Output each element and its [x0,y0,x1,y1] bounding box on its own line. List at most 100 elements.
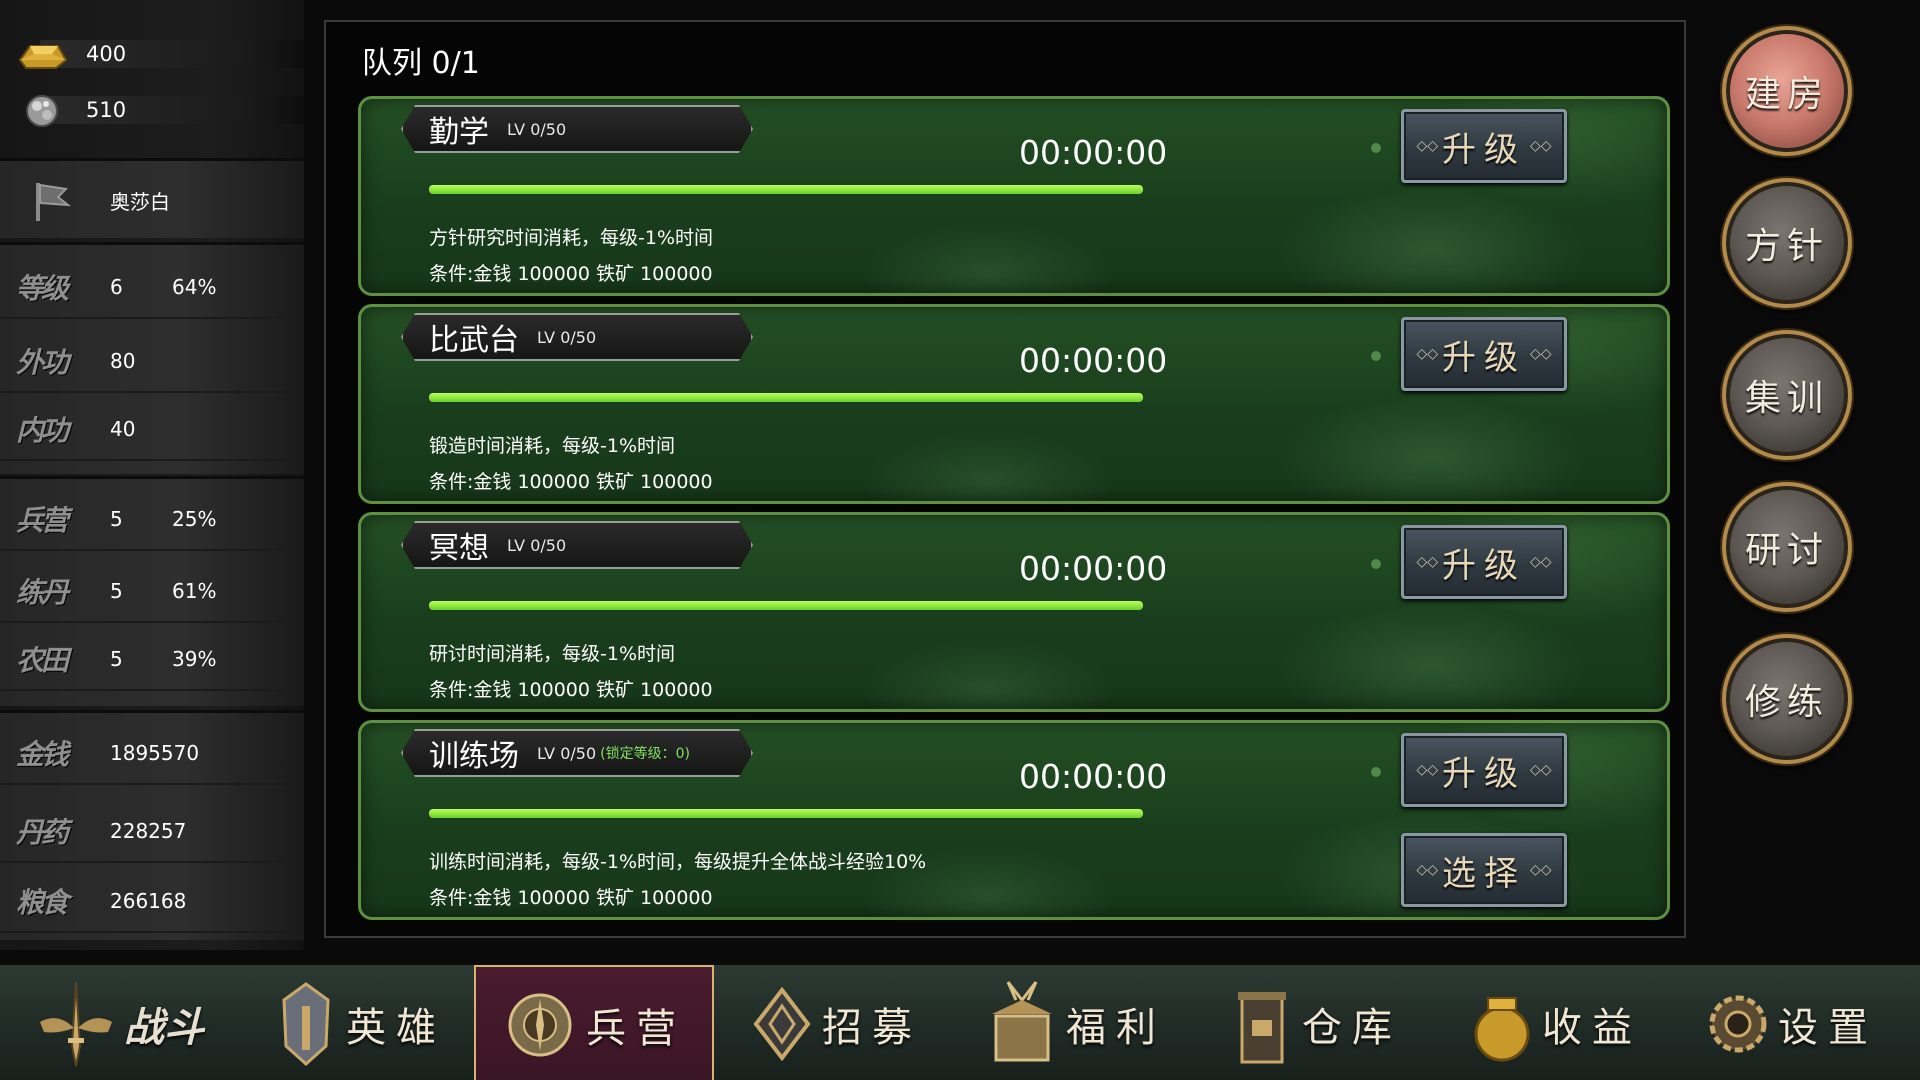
building-name: 勤学 [429,115,489,150]
stat-row-inner-power: 内功 40 [0,399,304,461]
stat-row-level: 等级 6 64% [0,257,304,319]
nav-recruit[interactable]: 招募 [716,965,956,1080]
gift-box-icon [992,981,1052,1062]
building-level: LV 0/50 [507,119,567,139]
condition: 条件:金钱 100000 铁矿 100000 [429,679,713,701]
policy-button[interactable]: 方针 [1722,178,1852,308]
condition: 条件:金钱 100000 铁矿 100000 [429,263,713,285]
building-card-meditation: 冥想 LV 0/50 00:00:00 研讨时间消耗，每级-1%时间 条件:金钱… [358,512,1670,712]
stat-label: 粮食 [16,886,69,919]
nav-income[interactable]: 收益 [1436,965,1676,1080]
round-label: 方针 [1744,226,1829,267]
stat-row-medicine: 丹药 228257 [0,801,304,863]
nav-warehouse[interactable]: 仓库 [1196,965,1436,1080]
nav-label: 招募 [822,1005,922,1051]
round-label: 集训 [1744,378,1829,419]
stat-value: 266168 [110,889,187,913]
progress-bar [429,601,1143,610]
description: 方针研究时间消耗，每级-1%时间 [429,227,713,249]
round-label: 建房 [1744,74,1829,115]
timer: 00:00:00 [1019,133,1168,172]
status-dot [1371,351,1381,361]
flag-icon [36,183,72,221]
stat-value: 80 [110,349,136,373]
timer: 00:00:00 [1019,757,1168,796]
condition: 条件:金钱 100000 铁矿 100000 [429,887,713,909]
upgrade-label: 升级 [1442,753,1526,794]
player-section: 奥莎白 [0,158,304,238]
ore-amount: 510 [86,98,127,122]
bottom-nav: 战斗 英雄 兵营 招募 福利 仓库 收益 设置 [0,962,1920,1080]
stat-label: 练丹 [16,576,69,609]
description: 锻造时间消耗，每级-1%时间 [429,435,675,457]
building-card-study: 勤学 LV 0/50 00:00:00 方针研究时间消耗，每级-1%时间 条件:… [358,96,1670,296]
building-card-arena: 比武台 LV 0/50 00:00:00 锻造时间消耗，每级-1%时间 条件:金… [358,304,1670,504]
barracks-emblem-icon [508,993,572,1057]
condition: 条件:金钱 100000 铁矿 100000 [429,471,713,493]
stat-percent: 25% [172,507,217,531]
building-name: 冥想 [429,531,489,566]
stat-row-alchemy: 练丹 5 61% [0,561,304,623]
nav-settings[interactable]: 设置 [1672,965,1912,1080]
nav-label: 设置 [1778,1005,1878,1051]
nav-barracks[interactable]: 兵营 [474,965,714,1080]
upgrade-label: 升级 [1442,545,1526,586]
group-training-button[interactable]: 集训 [1722,330,1852,460]
stat-percent: 39% [172,647,217,671]
queue-counter: 队列 0/1 [362,46,480,81]
stats-group-3: 金钱 1895570 丹药 228257 粮食 266168 [0,710,304,940]
upgrade-button[interactable]: ◇◇ 升级 ◇◇ [1401,317,1567,391]
nav-label: 仓库 [1302,1005,1402,1051]
upgrade-button[interactable]: ◇◇ 升级 ◇◇ [1401,733,1567,807]
main-panel: 队列 0/1 勤学 LV 0/50 00:00:00 方针研究时间消耗，每级-1… [324,20,1686,938]
name-plate: 冥想 LV 0/50 [401,521,753,569]
nav-label: 福利 [1066,1005,1166,1051]
upgrade-label: 升级 [1442,337,1526,378]
resource-ore-row: 510 [0,88,304,132]
left-sidebar: 400 510 奥莎白 等级 6 64% 外功 80 内功 40 兵营 5 25… [0,0,304,950]
stat-label: 金钱 [16,738,69,771]
stat-value: 5 [110,647,123,671]
select-button[interactable]: ◇◇ 选择 ◇◇ [1401,833,1567,907]
stats-group-2: 兵营 5 25% 练丹 5 61% 农田 5 39% [0,476,304,706]
player-name: 奥莎白 [110,189,170,214]
nav-label: 战斗 [124,1004,204,1051]
status-dot [1371,143,1381,153]
research-button[interactable]: 研讨 [1722,482,1852,612]
timer: 00:00:00 [1019,341,1168,380]
nav-heroes[interactable]: 英雄 [240,965,480,1080]
description: 研讨时间消耗，每级-1%时间 [429,643,675,665]
player-row[interactable]: 奥莎白 [0,169,304,231]
building-level: LV 0/50 [537,743,597,763]
lock-level: (锁定等级：0) [600,746,690,762]
stat-row-grain: 粮食 266168 [0,871,304,933]
gold-ingot-icon [18,45,68,69]
treasure-pot-icon [1474,997,1530,1062]
stat-value: 6 [110,275,123,299]
nav-label: 收益 [1542,1005,1642,1051]
stat-value: 228257 [110,819,187,843]
stat-row-barracks: 兵营 5 25% [0,489,304,551]
upgrade-button[interactable]: ◇◇ 升级 ◇◇ [1401,525,1567,599]
stat-label: 外功 [16,346,69,379]
sword-wings-icon [40,981,112,1067]
nav-label: 兵营 [586,1006,686,1052]
silver-ore-icon [26,95,58,127]
building-card-training-ground: 训练场 LV 0/50 (锁定等级：0) 00:00:00 训练时间消耗，每级-… [358,720,1670,920]
timer: 00:00:00 [1019,549,1168,588]
nav-battle[interactable]: 战斗 [0,965,240,1080]
progress-bar [429,393,1143,402]
building-name: 训练场 [429,739,519,774]
select-label: 选择 [1442,853,1526,894]
stat-value: 40 [110,417,136,441]
building-name: 比武台 [429,323,519,358]
cultivate-button[interactable]: 修练 [1722,634,1852,764]
name-plate: 训练场 LV 0/50 (锁定等级：0) [401,729,753,777]
nav-welfare[interactable]: 福利 [956,965,1196,1080]
upgrade-button[interactable]: ◇◇ 升级 ◇◇ [1401,109,1567,183]
build-house-button[interactable]: 建房 [1722,26,1852,156]
stat-row-outer-power: 外功 80 [0,331,304,393]
name-plate: 勤学 LV 0/50 [401,105,753,153]
stat-label: 农田 [16,644,69,677]
name-plate: 比武台 LV 0/50 [401,313,753,361]
